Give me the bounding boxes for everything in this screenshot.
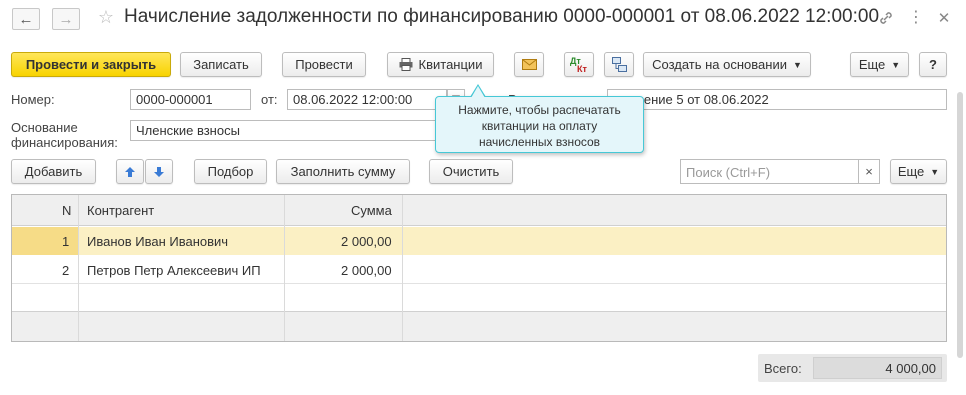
table-more-label: Еще (897, 164, 925, 179)
number-field[interactable]: 0000-000001 (130, 89, 251, 110)
post-and-close-button[interactable]: Провести и закрыть (11, 52, 171, 77)
tooltip-line1: Нажмите, чтобы распечатать (458, 103, 621, 117)
table-row[interactable]: 2 Петров Петр Алексеевич ИП 2 000,00 (12, 256, 946, 284)
row-counterparty: Петров Петр Алексеевич ИП (87, 263, 261, 278)
vertical-scrollbar[interactable] (957, 92, 963, 358)
write-button[interactable]: Записать (180, 52, 262, 77)
table-footer (12, 311, 946, 341)
back-button[interactable]: ← (12, 8, 40, 30)
fill-sum-button[interactable]: Заполнить сумму (276, 159, 410, 184)
counterparties-table[interactable]: N Контрагент Сумма 1 Иванов Иван Иванови… (11, 194, 947, 342)
arrow-down-icon (153, 166, 165, 178)
create-based-button[interactable]: Создать на основании ▼ (643, 52, 811, 77)
column-header-n[interactable]: N (62, 203, 71, 218)
row-number: 1 (62, 234, 70, 249)
column-header-sum[interactable]: Сумма (351, 203, 392, 218)
table-more-button[interactable]: Еще ▼ (890, 159, 947, 184)
more-label: Еще (858, 57, 886, 72)
row-counterparty: Иванов Иван Иванович (87, 234, 229, 249)
dt-kt-icon: Дт Кт (569, 56, 589, 74)
help-button[interactable]: ? (919, 52, 947, 77)
kt-label: Кт (577, 63, 587, 74)
table-row[interactable]: 1 Иванов Иван Иванович 2 000,00 (12, 227, 946, 255)
printer-icon (399, 58, 413, 71)
column-divider (78, 195, 79, 341)
basis-document-field[interactable]: ...ение 5 от 08.06.2022 (607, 89, 947, 110)
basis-label-line1: Основание (11, 120, 78, 135)
envelope-icon (521, 59, 537, 70)
page-title: Начисление задолженности по финансирован… (124, 6, 880, 27)
column-divider (402, 195, 403, 341)
forward-button[interactable]: → (52, 8, 80, 30)
totals-value-field: 4 000,00 (813, 357, 942, 379)
chevron-down-icon: ▼ (891, 59, 901, 70)
basis-document-value: ...ение 5 от 08.06.2022 (633, 92, 769, 107)
help-label: ? (929, 57, 937, 72)
totals-panel: Всего: 4 000,00 (758, 354, 947, 382)
add-row-label: Добавить (24, 164, 83, 179)
tooltip-line3: начисленных взносов (478, 135, 601, 149)
fill-sum-label: Заполнить сумму (290, 164, 396, 179)
basis-field[interactable]: Членские взносы (130, 120, 436, 141)
pick-label: Подбор (207, 164, 254, 179)
receipts-tooltip: Нажмите, чтобы распечатать квитанции на … (435, 96, 644, 153)
add-row-button[interactable]: Добавить (11, 159, 96, 184)
structure-icon (611, 57, 627, 72)
totals-label: Всего: (764, 361, 802, 376)
search-placeholder: Поиск (Ctrl+F) (686, 165, 771, 180)
row-sum: 2 000,00 (341, 234, 392, 249)
more-button[interactable]: Еще ▼ (850, 52, 909, 77)
date-label: от: (261, 92, 278, 107)
totals-value: 4 000,00 (885, 361, 936, 376)
table-row-empty (12, 285, 946, 313)
close-icon[interactable]: ✕ (934, 8, 954, 28)
arrow-right-icon: → (58, 10, 74, 28)
write-label: Записать (193, 57, 249, 72)
tooltip-line2: квитанции на оплату (481, 119, 598, 133)
receipts-button[interactable]: Квитанции (387, 52, 494, 77)
clear-button[interactable]: Очистить (429, 159, 513, 184)
search-clear-button[interactable]: × (858, 159, 880, 184)
link-icon[interactable] (876, 8, 896, 28)
close-icon: × (865, 164, 873, 179)
more-vertical-icon[interactable]: ⋮ (906, 8, 926, 28)
chevron-down-icon: ▼ (792, 59, 802, 70)
move-up-button[interactable] (116, 159, 144, 184)
post-button[interactable]: Провести (282, 52, 366, 77)
move-down-button[interactable] (145, 159, 173, 184)
clear-label: Очистить (442, 164, 500, 179)
table-header: N Контрагент Сумма (12, 195, 946, 226)
create-based-label: Создать на основании (652, 57, 787, 72)
basis-label-line2: финансирования: (11, 135, 118, 150)
number-label: Номер: (11, 92, 55, 107)
arrow-left-icon: ← (18, 10, 34, 28)
post-and-close-label: Провести и закрыть (25, 57, 157, 72)
chevron-down-icon: ▼ (930, 166, 940, 177)
dt-kt-button[interactable]: Дт Кт (564, 52, 594, 77)
send-email-button[interactable] (514, 52, 544, 77)
search-input[interactable]: Поиск (Ctrl+F) (680, 159, 859, 184)
receipts-label: Квитанции (418, 57, 483, 72)
column-header-counterparty[interactable]: Контрагент (87, 203, 154, 218)
post-label: Провести (295, 57, 353, 72)
arrow-up-icon (124, 166, 136, 178)
favorite-star-icon[interactable]: ☆ (96, 7, 116, 27)
basis-label: Основание финансирования: (11, 120, 118, 150)
date-field[interactable]: 08.06.2022 12:00:00 (287, 89, 447, 110)
column-divider (284, 195, 285, 341)
structure-button[interactable] (604, 52, 634, 77)
row-number: 2 (62, 263, 70, 278)
tooltip-arrow-inner (471, 86, 485, 98)
pick-button[interactable]: Подбор (194, 159, 267, 184)
row-sum: 2 000,00 (341, 263, 392, 278)
